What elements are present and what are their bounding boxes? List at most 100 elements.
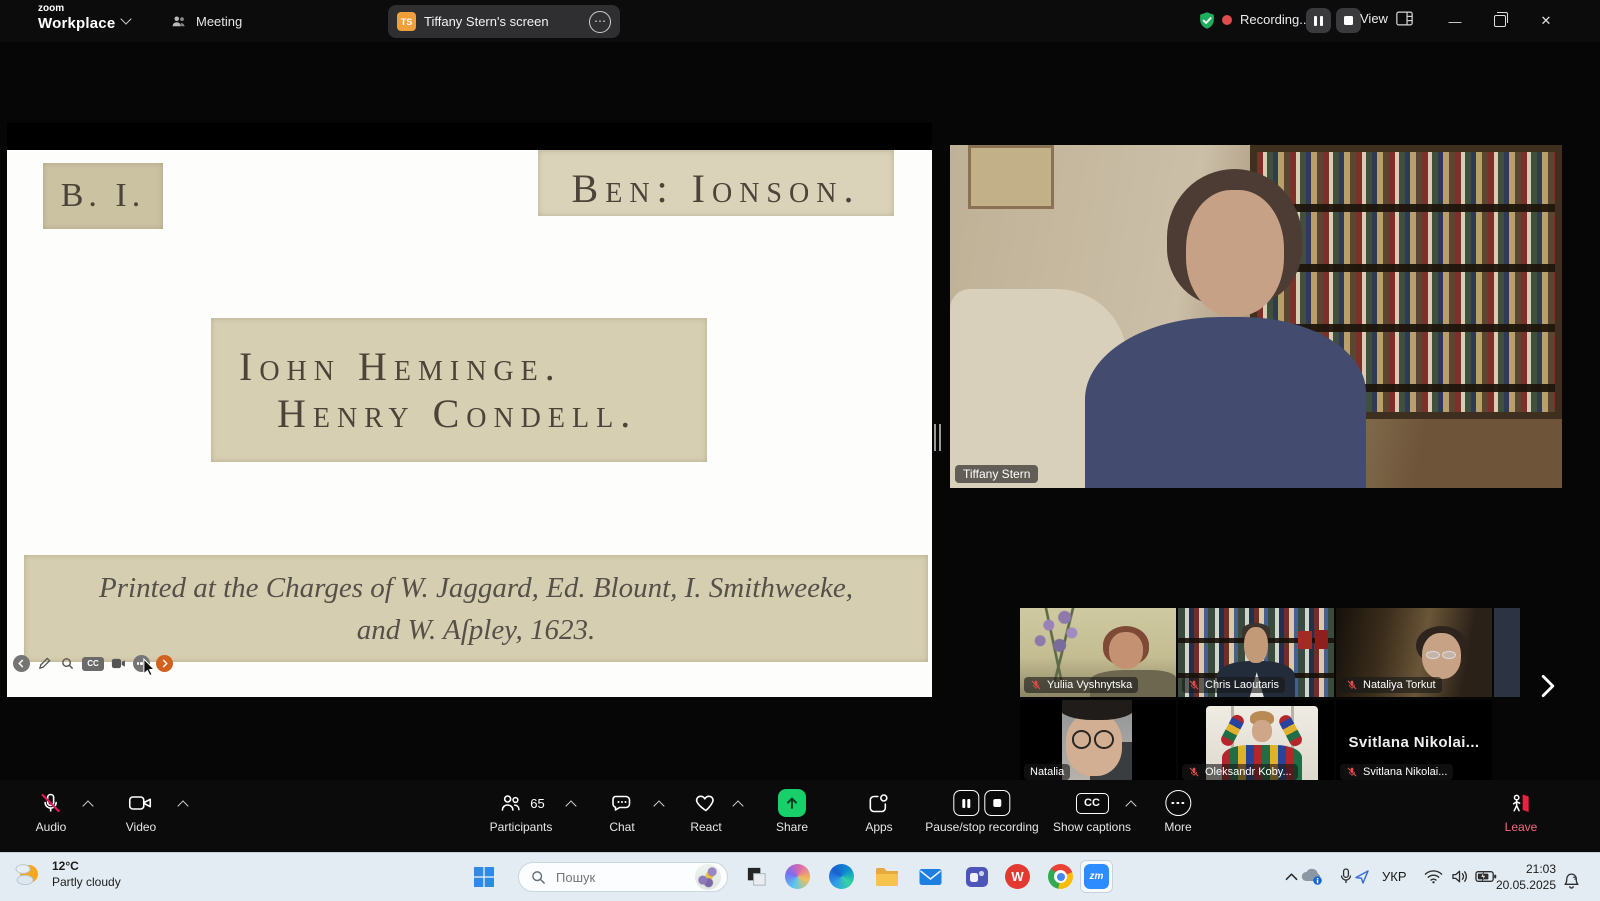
share-button[interactable]: Share <box>776 790 808 834</box>
clock-date: 20.05.2025 <box>1486 877 1556 893</box>
zoom-window: zoom Workplace Meeting TS Tiffany Stern'… <box>0 0 1600 900</box>
file-explorer-button[interactable] <box>873 863 900 890</box>
task-view-button[interactable] <box>743 863 770 890</box>
gallery-next-button[interactable] <box>1540 674 1556 698</box>
share-screen-icon <box>778 789 806 817</box>
partial-participant-tile <box>1494 608 1520 697</box>
weather-desc: Partly cloudy <box>52 874 121 890</box>
captions-icon: CC <box>1075 793 1108 814</box>
search-highlight-image[interactable] <box>695 864 721 890</box>
speaker-video[interactable]: Tiffany Stern <box>950 145 1562 488</box>
tab-shared-screen-label: Tiffany Stern's screen <box>424 14 549 29</box>
clock[interactable]: 21:03 20.05.2025 <box>1486 861 1556 893</box>
location-tray-icon[interactable] <box>1348 863 1375 890</box>
minimize-button[interactable]: — <box>1433 0 1477 42</box>
search-input[interactable] <box>554 869 678 886</box>
audio-options-chevron[interactable] <box>82 800 93 811</box>
leave-door-icon <box>1509 791 1533 815</box>
view-button[interactable]: View <box>1360 11 1413 26</box>
teams-icon <box>965 865 989 889</box>
notifications-tray-icon[interactable] <box>1558 867 1585 894</box>
pen-tool-icon[interactable] <box>36 655 53 672</box>
share-label: Share <box>776 820 808 834</box>
captions-label: Show captions <box>1053 820 1131 834</box>
video-label: Video <box>126 820 156 834</box>
react-options-chevron[interactable] <box>732 800 743 811</box>
muted-mic-icon <box>1346 766 1358 778</box>
participant-tile[interactable]: Oleksandr Koby... <box>1178 700 1334 784</box>
tab-meeting[interactable]: Meeting <box>160 0 252 42</box>
edge-icon <box>829 864 854 889</box>
recording-label: Recording... <box>1240 12 1310 27</box>
participant-tile[interactable]: Chris Laoutaris <box>1178 608 1334 697</box>
stop-recording-button[interactable] <box>1336 8 1361 33</box>
participants-options-chevron[interactable] <box>565 800 576 811</box>
glasses-decor <box>1426 651 1456 659</box>
previous-slide-button[interactable] <box>13 655 30 672</box>
speaker-name-label: Tiffany Stern <box>955 465 1038 483</box>
restore-button[interactable] <box>1478 0 1522 42</box>
wifi-tray-icon[interactable] <box>1420 863 1447 890</box>
tab-options-icon[interactable]: ⋯ <box>589 11 611 33</box>
video-button[interactable]: Video <box>126 790 156 834</box>
zoom-app-button[interactable]: zm <box>1080 860 1113 893</box>
chevron-up-icon <box>1285 872 1298 881</box>
mail-icon <box>918 867 943 887</box>
participant-tile[interactable]: Natalia <box>1020 700 1176 784</box>
wifi-icon <box>1424 869 1443 884</box>
resize-handle[interactable] <box>934 424 941 451</box>
people-icon <box>170 12 188 30</box>
copilot-button[interactable] <box>784 863 811 890</box>
participants-icon <box>497 791 523 815</box>
taskbar-search[interactable] <box>518 862 728 892</box>
participant-tile[interactable]: Svitlana Nikolai... Svitlana Nikolai... <box>1336 700 1492 784</box>
muted-mic-icon <box>1346 679 1358 691</box>
mail-button[interactable] <box>917 863 944 890</box>
wps-office-button[interactable]: W <box>1004 863 1031 890</box>
close-button[interactable]: ✕ <box>1524 0 1568 42</box>
task-view-icon <box>745 865 768 888</box>
participant-tile[interactable]: Nataliya Torkut <box>1336 608 1492 697</box>
pause-recording-button[interactable] <box>1306 8 1331 33</box>
onedrive-tray-icon[interactable] <box>1298 863 1325 890</box>
security-shield-icon[interactable] <box>1196 9 1218 33</box>
leave-label: Leave <box>1505 820 1538 834</box>
leave-button[interactable]: Leave <box>1505 790 1538 834</box>
weather-widget[interactable]: 12°C Partly cloudy <box>12 858 121 890</box>
react-button[interactable]: React <box>690 790 721 834</box>
start-button[interactable] <box>470 863 497 890</box>
chevron-down-icon[interactable] <box>120 13 131 24</box>
participant-tile[interactable]: Yuliia Vyshnytska <box>1020 608 1176 697</box>
search-icon <box>531 870 546 885</box>
subtitles-icon[interactable]: CC <box>82 657 104 671</box>
slide-clip-bi: B. I. <box>43 163 163 229</box>
recording-dot <box>1222 15 1232 25</box>
chat-options-chevron[interactable] <box>653 800 664 811</box>
speaker-initials-badge: TS <box>397 12 416 31</box>
chrome-button[interactable] <box>1047 863 1074 890</box>
pause-stop-recording-button[interactable]: Pause/stop recording <box>925 790 1038 834</box>
cloud-icon <box>1299 867 1325 886</box>
edge-button[interactable] <box>828 863 855 890</box>
video-options-chevron[interactable] <box>177 800 188 811</box>
audio-button[interactable]: Audio <box>36 790 67 834</box>
view-layout-icon <box>1396 11 1413 26</box>
slide-clip-ben-jonson: Ben: Ionson. <box>538 150 894 216</box>
meeting-toolbar: Audio Video 65 Participants Chat React <box>0 780 1600 852</box>
camera-tool-icon[interactable] <box>110 655 127 672</box>
speaker-icon <box>1451 869 1469 884</box>
more-button[interactable]: More <box>1164 790 1191 834</box>
teams-button[interactable] <box>963 863 990 890</box>
show-captions-button[interactable]: CC Show captions <box>1053 790 1131 834</box>
apps-icon <box>866 791 891 815</box>
muted-mic-icon <box>1188 679 1200 691</box>
participants-button[interactable]: 65 Participants <box>490 790 553 834</box>
chat-button[interactable]: Chat <box>609 790 635 834</box>
next-slide-button[interactable] <box>156 655 173 672</box>
language-indicator[interactable]: УКР <box>1382 869 1407 884</box>
volume-tray-icon[interactable] <box>1446 863 1473 890</box>
brand-workplace: Workplace <box>38 16 115 31</box>
zoom-tool-icon[interactable] <box>59 655 76 672</box>
apps-button[interactable]: Apps <box>865 790 892 834</box>
tab-shared-screen[interactable]: TS Tiffany Stern's screen ⋯ <box>388 5 620 38</box>
